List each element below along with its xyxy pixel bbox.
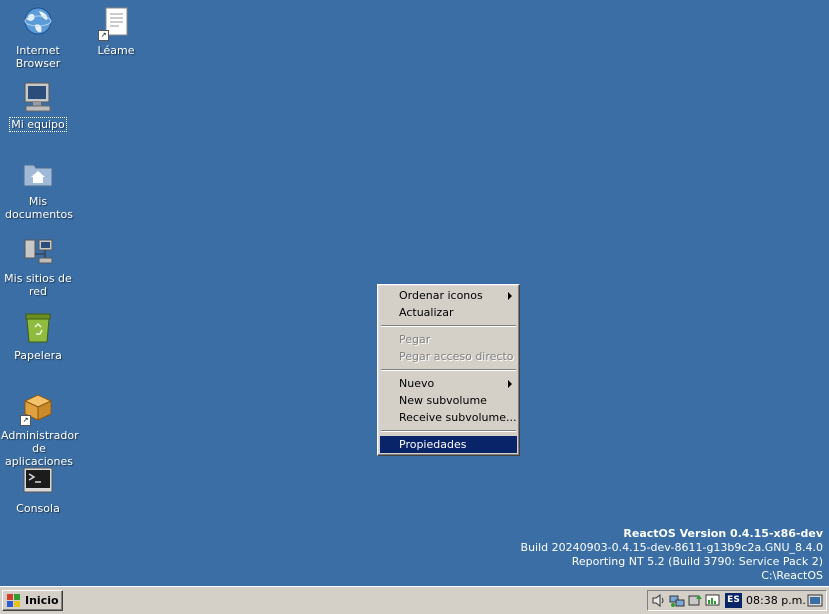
desktop-icon-label: Mis documentos bbox=[5, 195, 73, 221]
version-info: ReactOS Version 0.4.15-x86-dev Build 202… bbox=[521, 527, 823, 583]
folder-icon bbox=[21, 157, 55, 191]
desktop-icon-mis-documentos[interactable]: Mis documentos bbox=[0, 157, 76, 221]
desktop-icon-consola[interactable]: Consola bbox=[0, 464, 76, 515]
desktop-icon-label: Administrador de aplicaciones bbox=[1, 429, 79, 468]
version-line-1: ReactOS Version 0.4.15-x86-dev bbox=[623, 527, 823, 540]
menu-item-label: Pegar acceso directo bbox=[399, 350, 514, 363]
desktop-icon-papelera[interactable]: Papelera bbox=[0, 311, 76, 362]
menu-separator bbox=[381, 325, 516, 327]
safely-remove-icon[interactable] bbox=[687, 593, 703, 608]
menu-item-label: Pegar bbox=[399, 333, 431, 346]
start-button[interactable]: Inicio bbox=[2, 590, 63, 611]
menu-item-nuevo[interactable]: Nuevo bbox=[380, 375, 517, 392]
menu-item-label: Ordenar iconos bbox=[399, 289, 483, 302]
menu-item-label: Nuevo bbox=[399, 377, 435, 390]
shortcut-arrow-icon: ↗ bbox=[20, 415, 31, 426]
desktop-icon-mis-sitios-de-red[interactable]: Mis sitios de red bbox=[0, 234, 76, 298]
taskbar: Inicio ES 08:38 p.m. bbox=[0, 586, 829, 614]
version-line-3: Reporting NT 5.2 (Build 3790: Service Pa… bbox=[571, 555, 823, 568]
reactos-logo-icon bbox=[7, 594, 21, 607]
submenu-arrow-icon bbox=[508, 380, 512, 388]
desktop-icon-label: Papelera bbox=[14, 349, 62, 362]
menu-item-label: Actualizar bbox=[399, 306, 454, 319]
menu-item-pegar: Pegar bbox=[380, 331, 517, 348]
menu-separator bbox=[381, 430, 516, 432]
language-indicator[interactable]: ES bbox=[725, 593, 742, 608]
computer-icon bbox=[21, 80, 55, 114]
show-desktop-icon[interactable] bbox=[807, 593, 823, 608]
version-line-4: C:\ReactOS bbox=[761, 569, 823, 582]
desktop-icon-administrador-de-aplicaciones[interactable]: ↗ Administrador de aplicaciones bbox=[0, 391, 79, 468]
globe-icon bbox=[21, 6, 55, 40]
desktop-icon-label: Consola bbox=[16, 502, 60, 515]
package-icon: ↗ bbox=[20, 391, 55, 426]
desktop[interactable]: Internet Browser ↗ Léame Mi equipo Mis d… bbox=[0, 0, 829, 586]
menu-item-ordenar-iconos[interactable]: Ordenar iconos bbox=[380, 287, 517, 304]
desktop-context-menu: Ordenar iconos Actualizar Pegar Pegar ac… bbox=[377, 284, 520, 456]
network-icon bbox=[21, 234, 55, 268]
volume-icon[interactable] bbox=[651, 593, 667, 608]
menu-item-pegar-acceso-directo: Pegar acceso directo bbox=[380, 348, 517, 365]
desktop-icon-label: Mis sitios de red bbox=[4, 272, 72, 298]
desktop-icon-mi-equipo[interactable]: Mi equipo bbox=[0, 80, 76, 132]
desktop-icon-label: Mi equipo bbox=[9, 117, 67, 132]
menu-item-new-subvolume[interactable]: New subvolume bbox=[380, 392, 517, 409]
document-icon: ↗ bbox=[98, 6, 133, 41]
desktop-icon-label: Léame bbox=[97, 44, 135, 57]
menu-item-actualizar[interactable]: Actualizar bbox=[380, 304, 517, 321]
clock[interactable]: 08:38 p.m. bbox=[746, 591, 806, 610]
task-manager-icon[interactable] bbox=[705, 593, 721, 608]
version-line-2: Build 20240903-0.4.15-dev-8611-g13b9c2a.… bbox=[520, 541, 823, 554]
console-icon bbox=[21, 464, 55, 498]
menu-separator bbox=[381, 369, 516, 371]
menu-item-label: Receive subvolume... bbox=[399, 411, 517, 424]
menu-item-label: New subvolume bbox=[399, 394, 487, 407]
shortcut-arrow-icon: ↗ bbox=[98, 30, 109, 41]
system-tray: ES 08:38 p.m. bbox=[647, 590, 827, 611]
desktop-icon-label: Internet Browser bbox=[15, 44, 61, 70]
desktop-icon-internet-browser[interactable]: Internet Browser bbox=[0, 6, 76, 70]
menu-item-propiedades[interactable]: Propiedades bbox=[380, 436, 517, 453]
menu-item-receive-subvolume[interactable]: Receive subvolume... bbox=[380, 409, 517, 426]
menu-item-label: Propiedades bbox=[399, 438, 467, 451]
start-label: Inicio bbox=[25, 594, 59, 607]
network-status-icon[interactable] bbox=[669, 593, 685, 608]
submenu-arrow-icon bbox=[508, 292, 512, 300]
desktop-icon-leame[interactable]: ↗ Léame bbox=[78, 6, 154, 57]
recycle-bin-icon bbox=[21, 311, 55, 345]
